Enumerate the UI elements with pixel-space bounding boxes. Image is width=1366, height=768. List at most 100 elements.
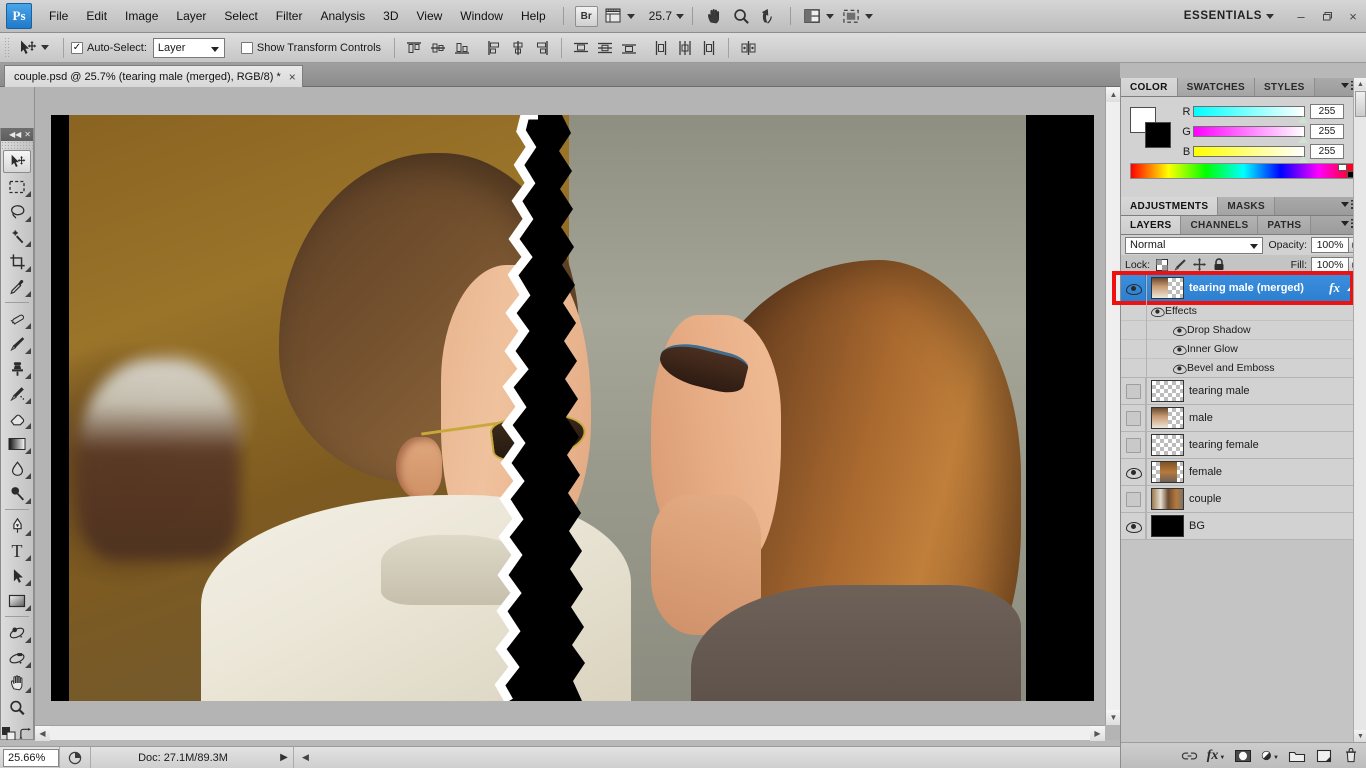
add-layer-mask-button[interactable] (1234, 747, 1252, 765)
menu-edit[interactable]: Edit (77, 5, 116, 27)
new-group-button[interactable] (1288, 747, 1306, 765)
pen-tool-button[interactable] (1, 513, 33, 538)
zoom-tool-button[interactable] (732, 7, 751, 26)
artboard[interactable] (51, 115, 1094, 701)
tab-paths[interactable]: PATHS (1258, 216, 1312, 234)
distribute-right-edges-button[interactable] (698, 37, 720, 59)
channel-slider-r-knob[interactable] (1298, 116, 1308, 123)
menu-layer[interactable]: Layer (167, 5, 215, 27)
canvas-horizontal-scrollbar[interactable]: ◀ ▶ (35, 725, 1105, 741)
crop-tool-button[interactable] (1, 249, 33, 274)
menu-analysis[interactable]: Analysis (311, 5, 374, 27)
link-layers-button[interactable] (1180, 747, 1198, 765)
layer-thumbnail-6[interactable] (1151, 515, 1184, 537)
layer-visibility-toggle-2[interactable] (1121, 404, 1146, 432)
color-panel-background-swatch[interactable] (1145, 122, 1171, 148)
align-horizontal-centers-button[interactable] (507, 37, 529, 59)
layers-scroll-thumb[interactable] (1355, 91, 1366, 117)
menu-file[interactable]: File (40, 5, 77, 27)
window-close-button[interactable]: × (1340, 5, 1366, 27)
channel-slider-g[interactable] (1193, 126, 1308, 143)
canvas-vertical-scrollbar[interactable]: ▲ ▼ (1105, 87, 1121, 725)
new-adjustment-layer-button[interactable]: ▼ (1261, 747, 1279, 765)
brush-tool-button[interactable] (1, 331, 33, 356)
horizontal-type-tool-button[interactable]: T (1, 538, 33, 563)
show-transform-controls-checkbox[interactable] (240, 41, 253, 54)
rotate-view-tool-button[interactable] (759, 7, 778, 26)
window-minimize-button[interactable]: – (1288, 5, 1314, 27)
layer-row-bg[interactable]: BG (1121, 512, 1366, 540)
options-bar-grip[interactable] (4, 36, 9, 59)
layers-scroll-up-arrow[interactable]: ▲ (1354, 78, 1366, 90)
document-tab[interactable]: couple.psd @ 25.7% (tearing male (merged… (4, 65, 303, 87)
tab-adjustments[interactable]: ADJUSTMENTS (1121, 197, 1219, 215)
screen-mode-button[interactable] (803, 8, 835, 25)
distribute-bottom-edges-button[interactable] (618, 37, 640, 59)
align-top-edges-button[interactable] (403, 37, 425, 59)
layer-row-tearing-male-merged[interactable]: tearing male (merged) fx (1112, 271, 1366, 305)
healing-brush-tool-button[interactable] (1, 306, 33, 331)
blend-mode-dropdown[interactable]: Normal (1125, 236, 1264, 254)
menu-3d[interactable]: 3D (374, 5, 407, 27)
effects-visibility-toggle[interactable] (1149, 306, 1165, 317)
layer-name-1[interactable]: tearing male (1189, 385, 1250, 397)
layer-row-tearing-male[interactable]: tearing male (1121, 377, 1366, 405)
layer-effect-row-bevel-and-emboss[interactable]: Bevel and Emboss (1121, 359, 1366, 378)
3d-orbit-camera-tool-button[interactable] (1, 645, 33, 670)
layer-name-4[interactable]: female (1189, 466, 1222, 478)
zoom-chevron-down-icon[interactable] (676, 13, 685, 19)
eraser-tool-button[interactable] (1, 406, 33, 431)
hand-tool-button[interactable] (705, 7, 724, 26)
layers-list[interactable]: tearing male (merged) fx Effects Drop Sh… (1112, 271, 1366, 540)
status-left-arrow-icon[interactable]: ◀ (302, 752, 309, 763)
layer-thumbnail-3[interactable] (1151, 434, 1184, 456)
layer-effect-row-drop-shadow[interactable]: Drop Shadow (1121, 321, 1366, 340)
layer-name-5[interactable]: couple (1189, 493, 1221, 505)
bevel-emboss-visibility-toggle[interactable] (1171, 363, 1187, 374)
layers-panel-scrollbar[interactable]: ▲ ▼ (1353, 78, 1366, 768)
clone-stamp-tool-button[interactable] (1, 356, 33, 381)
channel-value-b[interactable]: 255 (1310, 144, 1344, 159)
status-zoom-field[interactable]: 25.66% (3, 748, 59, 767)
tools-panel-grip[interactable] (1, 141, 33, 149)
status-expand-arrow-icon[interactable]: ▶ (275, 752, 293, 763)
channel-slider-b[interactable] (1193, 146, 1308, 163)
tab-masks[interactable]: MASKS (1218, 197, 1275, 215)
inner-glow-visibility-toggle[interactable] (1171, 344, 1187, 355)
layer-visibility-toggle-3[interactable] (1121, 431, 1146, 459)
workspace-switcher[interactable]: ESSENTIALS (1184, 10, 1274, 22)
add-layer-style-button[interactable]: fx ▼ (1207, 747, 1226, 765)
lock-image-pixels-button[interactable] (1173, 257, 1188, 272)
channel-value-g[interactable]: 255 (1310, 124, 1344, 139)
layer-name-2[interactable]: male (1189, 412, 1213, 424)
rectangle-shape-tool-button[interactable] (1, 588, 33, 613)
auto-select-mode-dropdown[interactable]: Layer (152, 37, 225, 58)
layer-visibility-toggle-4[interactable] (1121, 458, 1146, 486)
layer-thumbnail-4[interactable] (1151, 461, 1184, 483)
tab-layers[interactable]: LAYERS (1121, 216, 1182, 234)
align-vertical-centers-button[interactable] (427, 37, 449, 59)
screen-mode-2-button[interactable] (842, 8, 874, 25)
layer-visibility-toggle-1[interactable] (1121, 377, 1146, 405)
channel-slider-b-knob[interactable] (1298, 156, 1308, 163)
layer-row-female[interactable]: female (1121, 458, 1366, 486)
status-proxy-preview[interactable] (59, 746, 90, 768)
tab-swatches[interactable]: SWATCHES (1177, 78, 1255, 96)
menu-help[interactable]: Help (512, 5, 555, 27)
layer-fx-badge-0[interactable]: fx (1329, 280, 1340, 296)
magic-wand-tool-button[interactable] (1, 224, 33, 249)
auto-select-checkbox[interactable]: ✓ (71, 41, 83, 54)
layer-thumbnail-0[interactable] (1151, 277, 1184, 299)
layer-name-0[interactable]: tearing male (merged) (1189, 282, 1304, 294)
blur-tool-button[interactable] (1, 456, 33, 481)
layer-visibility-toggle-0[interactable] (1121, 274, 1146, 302)
move-tool-button[interactable] (3, 150, 31, 173)
hand-tool-button-panel[interactable] (1, 670, 33, 695)
layer-row-male[interactable]: male (1121, 404, 1366, 432)
status-document-size[interactable]: Doc: 27.1M/89.3M (90, 746, 275, 768)
align-bottom-edges-button[interactable] (451, 37, 473, 59)
distribute-vertical-centers-button[interactable] (594, 37, 616, 59)
menu-select[interactable]: Select (215, 5, 266, 27)
layer-name-6[interactable]: BG (1189, 520, 1205, 532)
layer-row-couple[interactable]: couple (1121, 485, 1366, 513)
